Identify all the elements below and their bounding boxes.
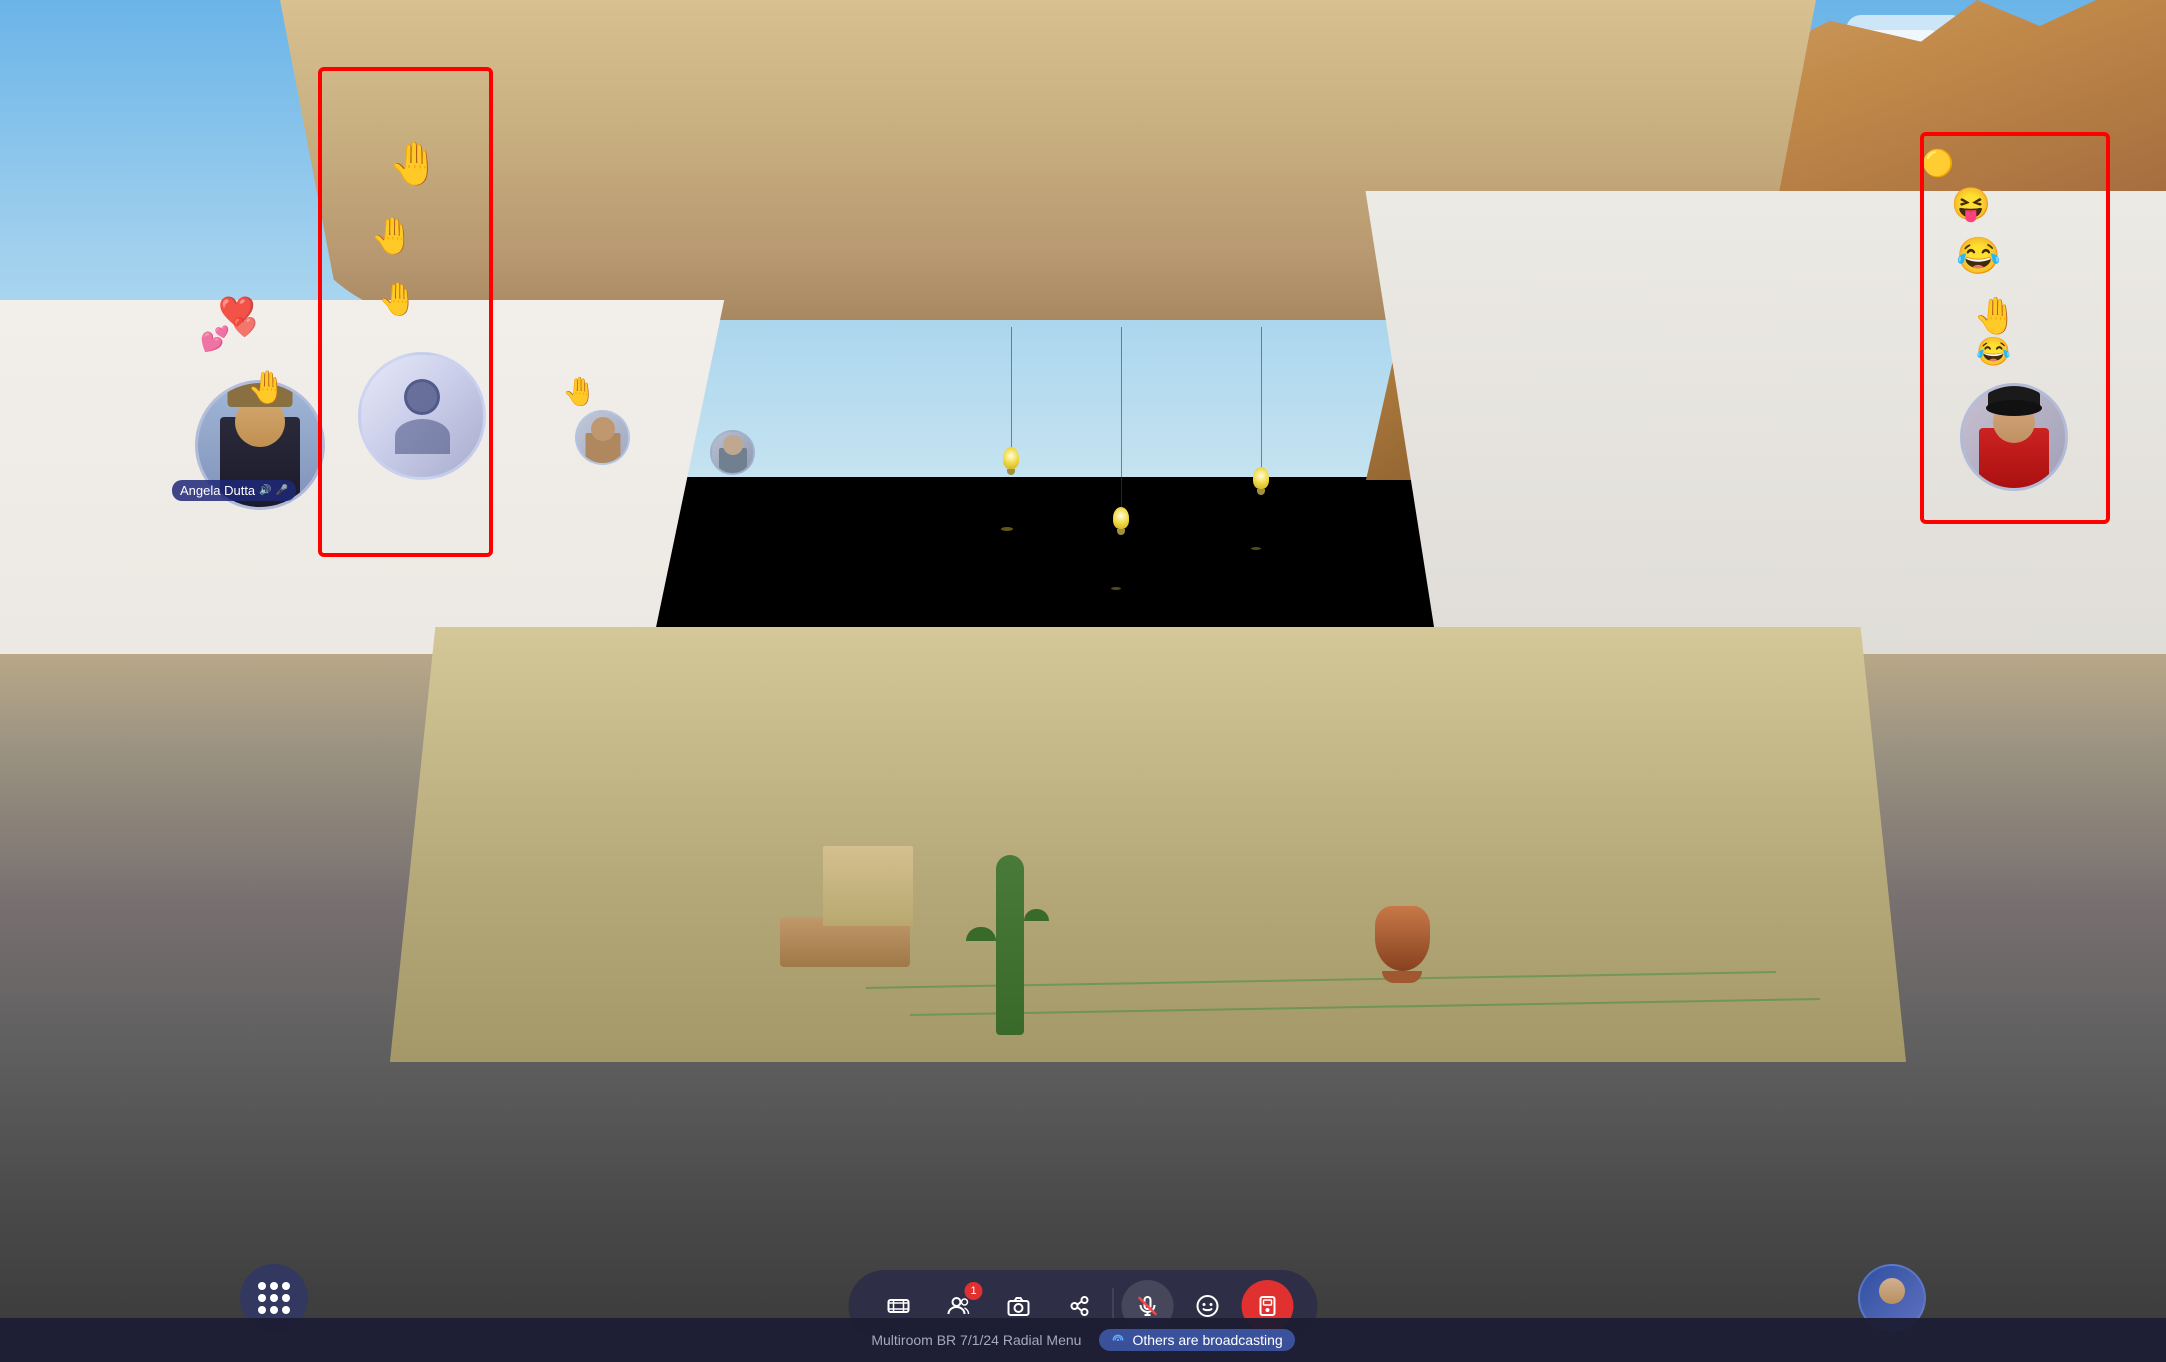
desert-floor bbox=[390, 627, 1906, 1063]
heart-emoji-2: 💕 bbox=[200, 325, 230, 354]
room-label: Multiroom BR 7/1/24 Radial Menu bbox=[871, 1332, 1081, 1348]
right-avatar[interactable] bbox=[1960, 383, 2068, 491]
small-avatar-right-mid[interactable] bbox=[710, 430, 755, 475]
wave-hand-angela: 🤚 bbox=[247, 368, 287, 406]
laughing-emoji-1: 😝 bbox=[1951, 185, 1991, 223]
mic-muted-icon bbox=[1136, 1294, 1160, 1318]
angela-icon2: 🎤 bbox=[276, 485, 288, 496]
wave-emoji-top: 🤚 bbox=[388, 140, 440, 189]
small-dot-emoji: 🟡 bbox=[1922, 148, 1954, 179]
wave-emoji-mid: 🤚 bbox=[370, 215, 415, 257]
heart-emoji-3: ❤️ bbox=[232, 315, 257, 340]
broadcast-icon bbox=[1256, 1294, 1280, 1318]
grid-icon bbox=[258, 1282, 290, 1314]
broadcast-badge-icon bbox=[1111, 1333, 1125, 1347]
angela-name: Angela Dutta bbox=[180, 483, 255, 498]
emoji-icon bbox=[1196, 1294, 1220, 1318]
broadcasting-badge: Others are broadcasting bbox=[1099, 1329, 1294, 1351]
broadcasting-text: Others are broadcasting bbox=[1132, 1332, 1282, 1348]
status-bar: Multiroom BR 7/1/24 Radial Menu Others a… bbox=[0, 1318, 2166, 1362]
share-icon bbox=[1067, 1294, 1091, 1318]
vase bbox=[1375, 906, 1430, 981]
planter-soil bbox=[823, 846, 913, 926]
laughing-emoji-2: 😂 bbox=[1956, 235, 2001, 277]
film-icon bbox=[887, 1294, 911, 1318]
center-avatar[interactable] bbox=[358, 352, 486, 480]
wave-emoji-lower: 🤚 bbox=[378, 280, 418, 318]
camera-icon bbox=[1007, 1294, 1031, 1318]
small-avatar-center[interactable] bbox=[575, 410, 630, 465]
angela-label: Angela Dutta 🔊 🎤 bbox=[172, 480, 296, 501]
laughing-emoji-3: 😂 bbox=[1976, 335, 2011, 368]
angela-icon: 🔊 bbox=[259, 485, 271, 496]
wave-emoji-right: 🤚 bbox=[1973, 295, 2018, 337]
people-badge: 1 bbox=[965, 1282, 983, 1300]
wave-emoji-cactus: 🤚 bbox=[562, 375, 597, 408]
cactus-main bbox=[996, 855, 1024, 1035]
